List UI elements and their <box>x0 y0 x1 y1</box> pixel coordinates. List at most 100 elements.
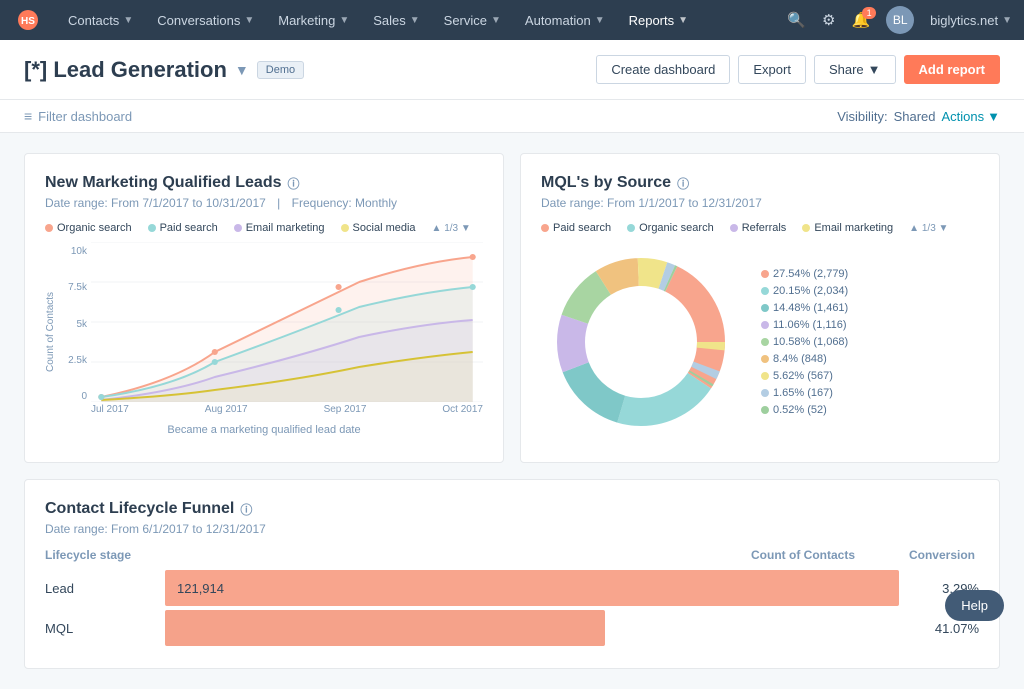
x-axis-tick: Aug 2017 <box>205 404 248 415</box>
nav-chevron-icon: ▼ <box>595 15 605 26</box>
funnel-col-conversion: Conversion <box>895 548 975 562</box>
title-dropdown-button[interactable]: ▼ <box>235 62 249 78</box>
nav-chevron-icon: ▼ <box>123 15 133 26</box>
actions-chevron-icon: ▼ <box>987 109 1000 124</box>
y-axis: 10k 7.5k 5k 2.5k 0 <box>63 242 91 422</box>
donut-chart-area: 27.54% (2,779) 20.15% (2,034) 14.48% (1,46… <box>541 242 979 442</box>
funnel-label-mql: MQL <box>45 621 165 636</box>
filter-icon: ≡ <box>24 108 32 124</box>
legend-paginator[interactable]: ▲ 1/3 ▼ <box>432 222 471 234</box>
nav-chevron-icon: ▼ <box>410 15 420 26</box>
nav-item-conversations[interactable]: Conversations ▼ <box>145 0 266 40</box>
donut-chart-meta: Date range: From 1/1/2017 to 12/31/2017 <box>541 196 979 210</box>
funnel-header: Lifecycle stage Count of Contacts Conver… <box>45 548 979 562</box>
donut-labels: 27.54% (2,779) 20.15% (2,034) 14.48% (1,46… <box>761 268 848 416</box>
filter-dashboard-button[interactable]: ≡ Filter dashboard <box>24 108 132 124</box>
x-axis-tick: Jul 2017 <box>91 404 129 415</box>
search-icon[interactable]: 🔍 <box>787 11 806 29</box>
donut-label-3: 11.06% (1,116) <box>761 319 848 331</box>
nav-item-reports[interactable]: Reports ▼ <box>617 0 700 40</box>
y-axis-tick: 5k <box>63 319 87 330</box>
nav-item-marketing[interactable]: Marketing ▼ <box>266 0 361 40</box>
mqls-donut-chart-card: MQL's by Source ⓘ Date range: From 1/1/2… <box>520 153 1000 463</box>
funnel-date-range: Date range: From 6/1/2017 to 12/31/2017 <box>45 522 979 536</box>
donut-legend-item-2: Referrals <box>730 222 787 234</box>
nav-chevron-icon: ▼ <box>339 15 349 26</box>
donut-svg-area <box>541 242 741 442</box>
y-axis-tick: 0 <box>63 391 87 402</box>
page-header: [*] Lead Generation ▼ Demo Create dashbo… <box>0 40 1024 100</box>
donut-chart-title: MQL's by Source ⓘ <box>541 174 979 192</box>
info-icon[interactable]: ⓘ <box>288 175 300 192</box>
nav-item-contacts[interactable]: Contacts ▼ <box>56 0 145 40</box>
help-button[interactable]: Help <box>945 590 1004 621</box>
funnel-bar-lead: 121,914 <box>165 570 899 606</box>
nav-chevron-icon: ▼ <box>244 15 254 26</box>
funnel-label-lead: Lead <box>45 581 165 596</box>
y-axis-tick: 7.5k <box>63 282 87 293</box>
svg-text:HS: HS <box>21 16 35 27</box>
share-button[interactable]: Share ▼ <box>814 55 896 84</box>
donut-legend-item-0: Paid search <box>541 222 611 234</box>
nav-chevron-icon: ▼ <box>678 15 688 26</box>
line-chart-area: Jul 2017 Aug 2017 Sep 2017 Oct 2017 <box>91 242 483 422</box>
main-content: New Marketing Qualified Leads ⓘ Date ran… <box>0 133 1024 689</box>
avatar[interactable]: BL <box>886 6 914 34</box>
visibility-area: Visibility: Shared Actions ▼ <box>837 109 1000 124</box>
user-menu[interactable]: biglytics.net ▼ <box>930 13 1012 28</box>
legend-item-2: Email marketing <box>234 222 325 234</box>
mqls-line-chart-card: New Marketing Qualified Leads ⓘ Date ran… <box>24 153 504 463</box>
nav-chevron-icon: ▼ <box>491 15 501 26</box>
donut-label-0: 27.54% (2,779) <box>761 268 848 280</box>
nav-item-automation[interactable]: Automation ▼ <box>513 0 617 40</box>
charts-row: New Marketing Qualified Leads ⓘ Date ran… <box>24 153 1000 463</box>
donut-label-4: 10.58% (1,068) <box>761 336 848 348</box>
share-chevron-icon: ▼ <box>868 62 881 77</box>
add-report-button[interactable]: Add report <box>904 55 1000 84</box>
hubspot-logo[interactable]: HS <box>12 4 44 36</box>
donut-label-7: 1.65% (167) <box>761 387 848 399</box>
page-title: [*] Lead Generation <box>24 57 227 83</box>
donut-legend-item-1: Organic search <box>627 222 714 234</box>
donut-info-icon[interactable]: ⓘ <box>677 175 689 192</box>
nav-item-sales[interactable]: Sales ▼ <box>361 0 431 40</box>
donut-label-8: 0.52% (52) <box>761 404 848 416</box>
donut-label-2: 14.48% (1,461) <box>761 302 848 314</box>
donut-label-6: 5.62% (567) <box>761 370 848 382</box>
toolbar: ≡ Filter dashboard Visibility: Shared Ac… <box>0 100 1024 133</box>
x-axis-tick: Oct 2017 <box>442 404 483 415</box>
notifications-icon[interactable]: 🔔 1 <box>851 11 870 29</box>
export-button[interactable]: Export <box>738 55 806 84</box>
funnel-title: Contact Lifecycle Funnel ⓘ <box>45 500 979 518</box>
header-actions: Create dashboard Export Share ▼ Add repo… <box>596 55 1000 84</box>
funnel-col-stage: Lifecycle stage <box>45 548 131 562</box>
legend-item-1: Paid search <box>148 222 218 234</box>
visibility-value: Shared <box>894 109 936 124</box>
funnel-col-count: Count of Contacts <box>751 548 855 562</box>
user-chevron-icon: ▼ <box>1002 15 1012 26</box>
legend-item-3: Social media <box>341 222 416 234</box>
funnel-info-icon[interactable]: ⓘ <box>240 501 252 518</box>
line-chart-title: New Marketing Qualified Leads ⓘ <box>45 174 483 192</box>
x-axis: Jul 2017 Aug 2017 Sep 2017 Oct 2017 <box>91 404 483 415</box>
title-area: [*] Lead Generation ▼ Demo <box>24 57 596 83</box>
funnel-row-lead: Lead 121,914 3.29% <box>45 570 979 606</box>
navigation: HS Contacts ▼Conversations ▼Marketing ▼S… <box>0 0 1024 40</box>
line-chart-meta: Date range: From 7/1/2017 to 10/31/2017 … <box>45 196 483 210</box>
create-dashboard-button[interactable]: Create dashboard <box>596 55 730 84</box>
y-axis-tick: 10k <box>63 246 87 257</box>
donut-label-1: 20.15% (2,034) <box>761 285 848 297</box>
x-axis-label: Became a marketing qualified lead date <box>45 424 483 436</box>
notification-badge: 1 <box>862 7 876 19</box>
demo-badge: Demo <box>257 61 304 79</box>
y-axis-tick: 2.5k <box>63 355 87 366</box>
funnel-conversion-mql: 41.07% <box>899 621 979 636</box>
donut-chart-legend: Paid search Organic search Referrals Email … <box>541 222 979 234</box>
actions-button[interactable]: Actions ▼ <box>941 109 1000 124</box>
funnel-table: Lifecycle stage Count of Contacts Conver… <box>45 548 979 646</box>
settings-icon[interactable]: ⚙ <box>822 11 835 29</box>
x-axis-tick: Sep 2017 <box>324 404 367 415</box>
nav-item-service[interactable]: Service ▼ <box>432 0 513 40</box>
donut-legend-paginator[interactable]: ▲ 1/3 ▼ <box>909 222 948 234</box>
donut-legend-item-3: Email marketing <box>802 222 893 234</box>
